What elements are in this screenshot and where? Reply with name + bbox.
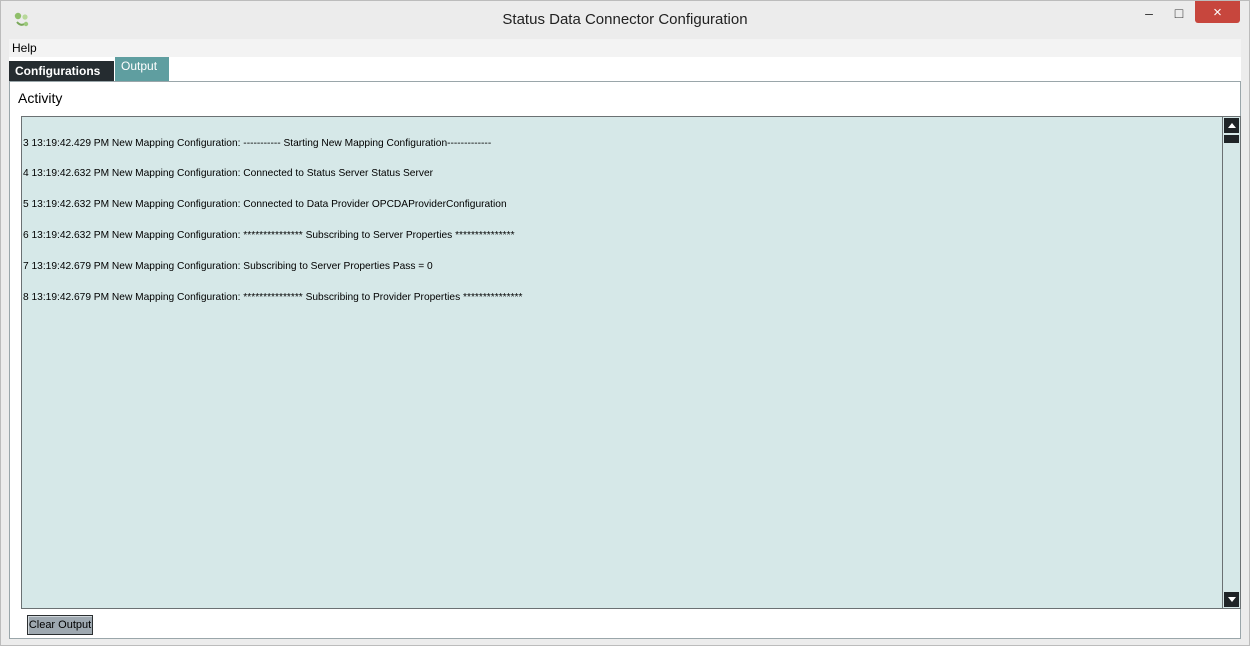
log-line: 3 13:19:42.429 PM New Mapping Configurat… xyxy=(23,137,492,149)
log-line: 5 13:19:42.632 PM New Mapping Configurat… xyxy=(23,199,507,211)
tab-configurations[interactable]: Configurations xyxy=(9,61,114,81)
close-button[interactable]: × xyxy=(1195,1,1240,23)
title-bar[interactable]: Status Data Connector Configuration – □ … xyxy=(1,1,1249,39)
log-line: 7 13:19:42.679 PM New Mapping Configurat… xyxy=(23,261,433,273)
scrollbar-thumb[interactable] xyxy=(1224,135,1239,143)
menu-bar: Help xyxy=(9,39,1241,57)
scroll-up-button[interactable] xyxy=(1224,118,1239,133)
log-line: 8 13:19:42.679 PM New Mapping Configurat… xyxy=(23,292,523,304)
tab-strip: Configurations Output xyxy=(9,57,1241,81)
log-line: 4 13:19:42.632 PM New Mapping Configurat… xyxy=(23,168,433,180)
arrow-down-icon xyxy=(1227,597,1236,602)
tab-output[interactable]: Output xyxy=(115,57,169,81)
log-line: 6 13:19:42.632 PM New Mapping Configurat… xyxy=(23,230,515,242)
scroll-down-button[interactable] xyxy=(1224,592,1239,607)
maximize-button[interactable]: □ xyxy=(1164,1,1194,25)
vertical-scrollbar[interactable] xyxy=(1222,117,1240,608)
clear-output-button[interactable]: Clear Output xyxy=(27,615,93,635)
activity-label: Activity xyxy=(18,90,63,106)
minimize-button[interactable]: – xyxy=(1134,1,1164,25)
arrow-up-icon xyxy=(1227,123,1236,128)
menu-item-help[interactable]: Help xyxy=(12,41,37,55)
window-title: Status Data Connector Configuration xyxy=(502,11,748,28)
activity-log[interactable]: 3 13:19:42.429 PM New Mapping Configurat… xyxy=(21,116,1241,609)
log-lines: 3 13:19:42.429 PM New Mapping Configurat… xyxy=(23,118,1220,608)
